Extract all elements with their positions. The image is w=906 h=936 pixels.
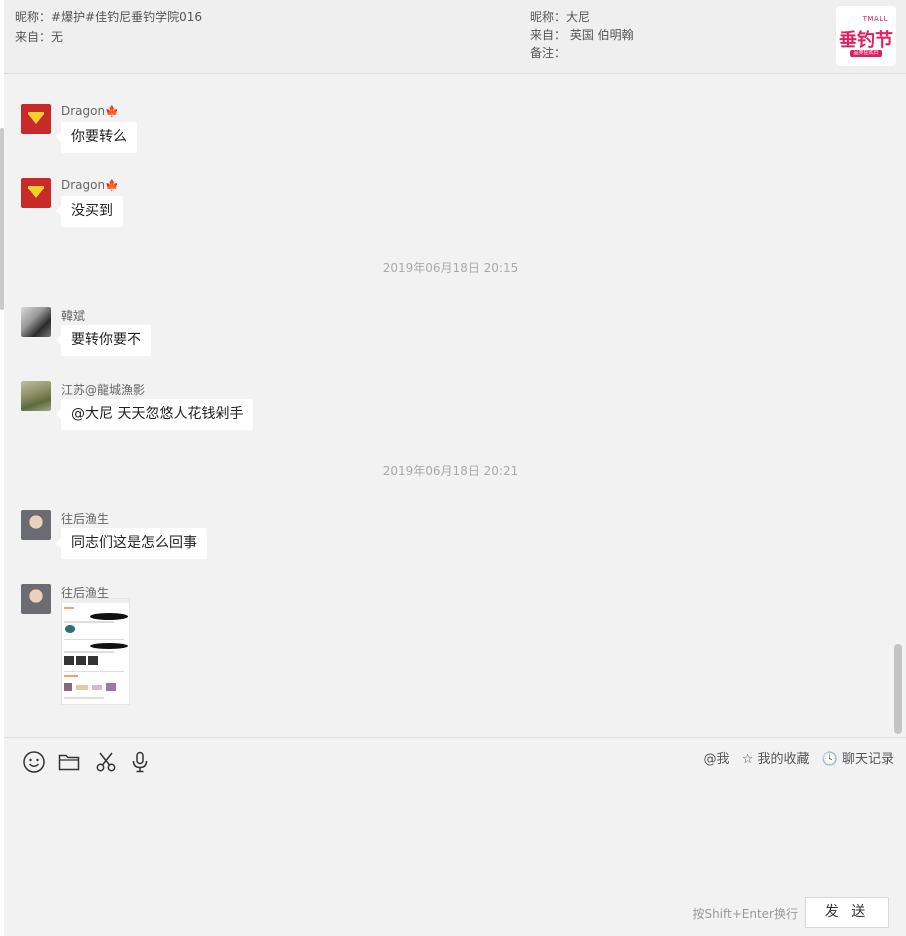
favorites-label: 我的收藏	[757, 752, 810, 767]
avatar[interactable]	[21, 307, 51, 337]
timestamp: 2019年06月18日 20:21	[382, 464, 519, 478]
toolbar-right-links: @我 ☆ 我的收藏 🕓 聊天记录	[696, 748, 894, 767]
logo-tmall-text: TMALL	[862, 15, 888, 23]
chat-scrollbar-thumb[interactable]	[894, 644, 902, 734]
contact-from-label: 来自：	[530, 28, 567, 42]
star-icon: ☆	[741, 752, 754, 767]
image-message-thumbnail[interactable]	[61, 598, 130, 705]
contact-from-value: 英国 伯明翰	[569, 28, 634, 42]
logo-sub-text: 品类狂欢日	[850, 50, 882, 57]
group-from-value: 无	[51, 30, 64, 44]
at-me-link[interactable]: @我	[704, 752, 730, 767]
avatar[interactable]	[21, 584, 51, 614]
microphone-icon[interactable]	[128, 750, 154, 776]
message-item: 韓斌 要转你要不	[4, 307, 884, 359]
sender-name: 韓斌	[61, 309, 86, 323]
avatar[interactable]	[21, 381, 51, 411]
contact-note-label[interactable]: 备注：	[530, 46, 566, 60]
message-list[interactable]: Dragon🍁 你要转么 Dragon🍁 没买到 2019年06月18日 20:…	[4, 74, 906, 737]
avatar[interactable]	[21, 104, 51, 134]
logo-main-text: 垂钓节	[839, 30, 893, 51]
message-bubble[interactable]: 没买到	[56, 196, 123, 227]
scissors-icon[interactable]	[94, 750, 120, 776]
message-item: 往后渔生	[4, 584, 884, 709]
message-item: 往后渔生 同志们这是怎么回事	[4, 510, 884, 562]
chat-history-link[interactable]: 🕓 聊天记录	[822, 752, 894, 767]
sender-name: 往后渔生	[61, 512, 110, 526]
emoji-icon[interactable]	[22, 750, 48, 776]
tmall-fishing-festival-logo[interactable]: TMALL 垂钓节 品类狂欢日	[836, 6, 896, 66]
message-item: Dragon🍁 没买到	[4, 178, 884, 230]
contact-nickname-label: 昵称：	[530, 10, 567, 24]
clock-icon: 🕓	[821, 752, 838, 767]
chat-history-label: 聊天记录	[841, 752, 894, 767]
message-bubble[interactable]: 要转你要不	[56, 325, 151, 356]
maple-leaf-icon: 🍁	[105, 179, 119, 192]
message-item: 江苏@龍城漁影 @大尼 天天忽悠人花钱剁手	[4, 381, 884, 433]
contact-nickname-value: 大尼	[566, 10, 591, 24]
avatar[interactable]	[21, 510, 51, 540]
timestamp: 2019年06月18日 20:15	[382, 261, 519, 275]
message-bubble[interactable]: 同志们这是怎么回事	[56, 528, 207, 559]
sender-name: Dragon🍁	[61, 104, 119, 118]
group-nickname-row: 昵称：#爆护#佳钓尼垂钓学院016	[15, 8, 202, 25]
group-from-row: 来自：无	[15, 28, 63, 45]
message-bubble[interactable]: 你要转么	[56, 122, 137, 153]
avatar[interactable]	[21, 178, 51, 208]
message-item: Dragon🍁 你要转么	[4, 104, 884, 156]
group-from-label: 来自：	[15, 30, 52, 44]
maple-leaf-icon: 🍁	[105, 105, 119, 118]
contact-nickname-row: 昵称：大尼	[530, 8, 590, 25]
newline-hint: 按Shift+Enter换行	[692, 907, 798, 921]
contact-note-row: 备注：	[530, 44, 566, 61]
sender-name: 江苏@龍城漁影	[61, 383, 146, 397]
message-input[interactable]: 按Shift+Enter换行 发 送	[4, 787, 906, 936]
sender-name: Dragon🍁	[61, 178, 119, 192]
group-nickname-label: 昵称：	[15, 10, 52, 24]
group-nickname-value: #爆护#佳钓尼垂钓学院016	[51, 10, 203, 24]
folder-icon[interactable]	[57, 750, 83, 776]
favorites-link[interactable]: ☆ 我的收藏	[742, 752, 810, 767]
message-bubble[interactable]: @大尼 天天忽悠人花钱剁手	[55, 399, 254, 430]
chat-header: 昵称：#爆护#佳钓尼垂钓学院016 来自：无 昵称：大尼 来自： 英国 伯明翰 …	[4, 0, 906, 74]
contact-from-row: 来自： 英国 伯明翰	[530, 26, 634, 43]
input-toolbar: @我 ☆ 我的收藏 🕓 聊天记录	[4, 737, 906, 788]
send-button[interactable]: 发 送	[805, 897, 889, 928]
